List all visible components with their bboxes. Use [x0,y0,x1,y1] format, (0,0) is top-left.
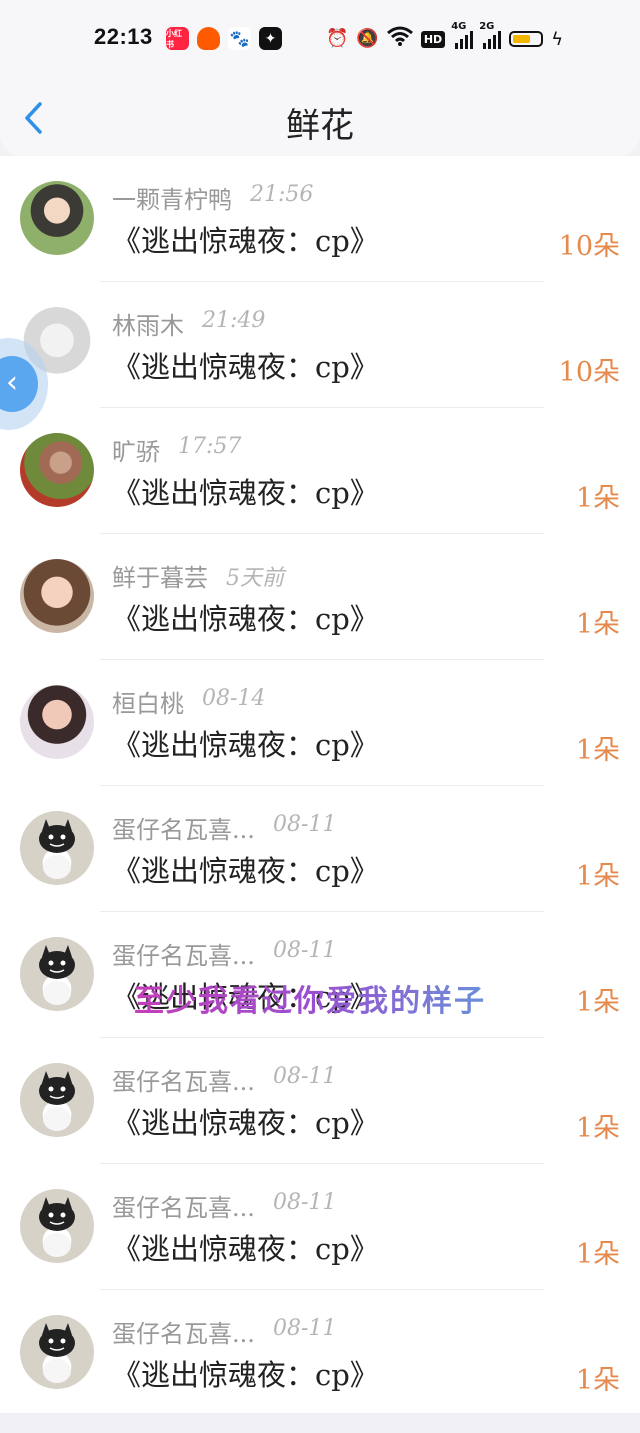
signal-4g-label: 4G [451,21,467,32]
book-title: 《逃出惊魂夜：cp》 [112,224,379,258]
list-item[interactable]: 蛋仔名瓦喜... 08-11 《逃出惊魂夜：cp》 1朵 [0,1038,640,1164]
signal-2g-label: 2G [479,21,495,32]
sender-name: 蛋仔名瓦喜... [112,1068,255,1096]
alarm-icon: ⏰ [326,28,349,49]
avatar[interactable] [20,685,94,759]
avatar[interactable] [20,1063,94,1137]
sender-name: 蛋仔名瓦喜... [112,1194,255,1222]
nav-bar: 鲜花 [0,80,640,156]
sent-time: 17:57 [178,434,242,459]
flower-count: 1朵 [575,1113,620,1144]
sent-time: 08-11 [273,1064,337,1089]
sender-name: 旷骄 [112,438,160,466]
flower-list: 一颗青柠鸭 21:56 《逃出惊魂夜：cp》 10朵 林雨木 21:49 《逃出惊魂夜：cp… [0,156,640,1416]
list-item[interactable]: 林雨木 21:49 《逃出惊魂夜：cp》 10朵 [0,282,640,408]
book-title: 《逃出惊魂夜：cp》 [112,350,379,384]
sent-time: 08-11 [273,1316,337,1341]
avatar[interactable] [20,937,94,1011]
close-circle-icon: ‹ [0,356,38,412]
battery-icon [509,31,544,47]
sender-name: 蛋仔名瓦喜... [112,816,255,844]
flower-count: 1朵 [575,1365,620,1396]
flower-count: 1朵 [575,735,620,766]
flower-count: 10朵 [558,357,620,388]
list-item[interactable]: 桓白桃 08-14 《逃出惊魂夜：cp》 1朵 [0,660,640,786]
list-item[interactable]: 旷骄 17:57 《逃出惊魂夜：cp》 1朵 [0,408,640,534]
sent-time: 21:56 [250,182,314,207]
app-star-icon: ✦ [259,27,282,50]
avatar[interactable] [20,181,94,255]
avatar[interactable] [20,559,94,633]
book-title: 《逃出惊魂夜：cp》 [112,1106,379,1140]
sender-name: 鲜于暮芸 [112,564,208,592]
avatar[interactable] [20,811,94,885]
flower-count: 1朵 [575,483,620,514]
wifi-icon [386,26,413,52]
sender-name: 蛋仔名瓦喜... [112,1320,255,1348]
baidu-icon: 🐾 [228,27,251,50]
status-time: 22:13 [94,24,153,49]
flower-count: 10朵 [558,231,620,262]
avatar[interactable] [20,433,94,507]
book-title: 《逃出惊魂夜：cp》 [112,854,379,888]
list-item[interactable]: 鲜于暮芸 5天前《逃出惊魂夜：cp》 1朵 [0,534,640,660]
book-title: 《逃出惊魂夜：cp》 [112,476,379,510]
mute-bell-icon: 🔕 [356,28,379,49]
overlay-caption: 至少我看过你爱我的样子 [134,976,486,1020]
status-system-icons: ⏰ 🔕 HD 4G 2G ϟ [326,21,564,52]
list-item[interactable]: 蛋仔名瓦喜... 08-11 《逃出惊魂夜：cp》 1朵 [0,1164,640,1290]
book-title: 《逃出惊魂夜：cp》 [112,1232,379,1266]
flower-count: 1朵 [575,609,620,640]
flower-count: 1朵 [575,987,620,1018]
sent-time: 08-11 [273,1190,337,1215]
status-bar: 22:13 小红书 🐾 ✦ ⏰ 🔕 HD 4G 2G ϟ [0,0,640,80]
list-item[interactable]: 蛋仔名瓦喜... 08-11 《逃出惊魂夜：cp》 1朵 [0,1290,640,1416]
list-item[interactable]: 蛋仔名瓦喜... 08-11 《逃出惊魂夜：cp》 1朵 [0,786,640,912]
status-app-icons: 小红书 🐾 ✦ [166,27,282,50]
list-item[interactable]: 一颗青柠鸭 21:56 《逃出惊魂夜：cp》 10朵 [0,156,640,282]
taobao-icon [197,27,220,50]
sent-time: 08-14 [202,686,266,711]
flower-count: 1朵 [575,861,620,892]
sender-name: 蛋仔名瓦喜... [112,942,255,970]
sent-time: 5天前 [226,566,284,591]
sender-name: 一颗青柠鸭 [112,186,232,214]
avatar[interactable] [20,1315,94,1389]
sender-name: 林雨木 [112,312,184,340]
page-title: 鲜花 [286,106,354,146]
sent-time: 08-11 [273,812,337,837]
xiaohongshu-icon: 小红书 [166,27,189,50]
book-title: 《逃出惊魂夜：cp》 [112,728,379,762]
avatar[interactable] [20,1189,94,1263]
sent-time: 08-11 [273,938,337,963]
signal-2g-icon: 2G [479,21,502,49]
hd-icon: HD [420,30,446,48]
flower-count: 1朵 [575,1239,620,1270]
sent-time: 21:49 [202,308,266,333]
signal-4g-icon: 4G [451,21,474,49]
sender-name: 桓白桃 [112,690,184,718]
book-title: 《逃出惊魂夜：cp》 [112,1358,379,1392]
bottom-strip [0,1413,640,1433]
book-title: 《逃出惊魂夜：cp》 [112,602,379,636]
charging-icon: ϟ [551,28,564,50]
